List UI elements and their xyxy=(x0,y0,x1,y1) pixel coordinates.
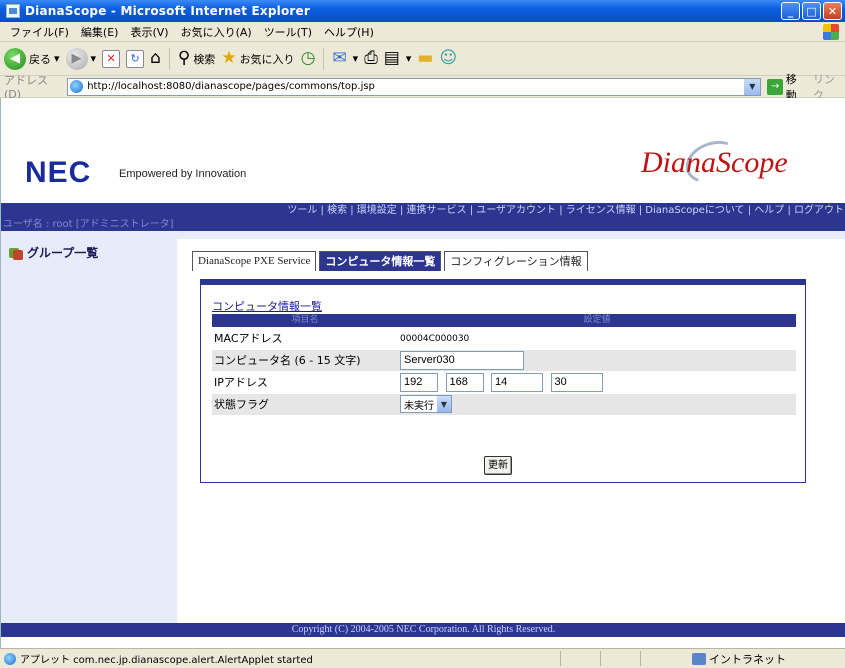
print-icon[interactable]: ⎙ xyxy=(364,50,378,67)
computer-info-table: 項目名 設定値 MACアドレス 00004C000030 コンピュータ名 (6 … xyxy=(212,314,796,416)
main-panel: DianaScope PXE Service コンピュータ情報一覧 コンフィグレ… xyxy=(177,239,845,623)
go-arrow-icon: → xyxy=(767,78,783,95)
page-header: NEC Empowered by Innovation DianaScope xyxy=(1,98,845,198)
menu-view[interactable]: 表示(V) xyxy=(124,24,174,40)
update-button[interactable]: 更新 xyxy=(484,456,512,475)
column-header-value: 設定値 xyxy=(398,314,796,327)
intranet-icon xyxy=(692,653,706,665)
tab-strip: DianaScope PXE Service コンピュータ情報一覧 コンフィグレ… xyxy=(192,251,588,271)
security-zone: イントラネット xyxy=(692,651,786,667)
address-dropdown-icon[interactable]: ▼ xyxy=(744,78,761,95)
computer-name-input[interactable] xyxy=(400,350,524,370)
status-bar: アプレット com.nec.jp.dianascope.alert.AlertA… xyxy=(0,648,845,668)
mail-icon[interactable]: ✉ xyxy=(332,50,346,67)
computer-name-label: コンピュータ名 (6 - 15 文字) xyxy=(212,349,398,372)
page-viewport: NEC Empowered by Innovation DianaScope ツ… xyxy=(0,98,845,648)
address-url: http://localhost:8080/dianascope/pages/c… xyxy=(87,81,375,92)
menu-file[interactable]: ファイル(F) xyxy=(4,24,75,40)
ip-label: IPアドレス xyxy=(212,371,398,394)
ip-octet-3-input[interactable] xyxy=(491,372,543,392)
toolbar-separator xyxy=(168,47,170,70)
edit-dropdown-icon[interactable]: ▾ xyxy=(406,52,412,65)
ip-octet-1-input[interactable] xyxy=(400,372,438,392)
zone-label: イントラネット xyxy=(709,653,786,666)
menu-help[interactable]: ヘルプ(H) xyxy=(318,24,380,40)
group-icon xyxy=(9,246,23,260)
maximize-button[interactable]: □ xyxy=(802,2,821,20)
status-flag-select[interactable]: 未実行 ▼ xyxy=(400,395,452,413)
page-icon xyxy=(70,80,84,93)
browser-toolbar: ◀ 戻る ▾ ▶ ▾ ✕ ↻ ⌂ ⚲ 検索 ★ お気に入り ◷ ✉ ▾ ⎙ ▤ … xyxy=(0,42,845,76)
search-icon: ⚲ xyxy=(177,48,191,68)
status-flag-value: 未実行 xyxy=(404,400,434,412)
table-row: コンピュータ名 (6 - 15 文字) xyxy=(212,349,796,372)
favorites-button[interactable]: ★ お気に入り xyxy=(221,50,294,67)
group-list-label: グループ一覧 xyxy=(27,246,99,260)
column-header-item: 項目名 xyxy=(212,314,398,327)
tagline: Empowered by Innovation xyxy=(119,168,247,180)
forward-dropdown-icon[interactable]: ▾ xyxy=(91,52,97,65)
ip-octet-4-input[interactable] xyxy=(550,372,603,392)
windows-logo-icon xyxy=(823,24,839,40)
global-nav[interactable]: ツール | 検索 | 環境設定 | 連携サービス | ユーザアカウント | ライ… xyxy=(1,203,845,218)
menu-bar: ファイル(F) 編集(E) 表示(V) お気に入り(A) ツール(T) ヘルプ(… xyxy=(0,22,845,42)
address-label: アドレス(D) xyxy=(4,74,48,101)
user-info: ユーザ名 : root [アドミニストレータ] xyxy=(1,218,845,231)
table-header-row: 項目名 設定値 xyxy=(212,314,796,327)
forward-button[interactable]: ▶ ▾ xyxy=(65,47,97,70)
window-controls: _ □ ✕ xyxy=(781,2,842,20)
dianascope-logo: DianaScope xyxy=(641,133,841,192)
folder-icon[interactable]: ▬ xyxy=(417,50,433,67)
chevron-down-icon: ▼ xyxy=(437,396,451,412)
address-input[interactable]: http://localhost:8080/dianascope/pages/c… xyxy=(67,77,762,96)
back-button[interactable]: ◀ 戻る ▾ xyxy=(4,47,60,70)
computer-info-form: コンピュータ情報一覧 項目名 設定値 MACアドレス 00004C000030 … xyxy=(200,279,806,483)
home-icon[interactable]: ⌂ xyxy=(150,50,161,67)
star-icon: ★ xyxy=(221,48,237,68)
mac-label: MACアドレス xyxy=(212,327,398,350)
tab-computer-info[interactable]: コンピュータ情報一覧 xyxy=(319,251,442,271)
tab-pxe-service[interactable]: DianaScope PXE Service xyxy=(192,251,317,271)
status-divider xyxy=(600,651,601,666)
close-button[interactable]: ✕ xyxy=(823,2,842,20)
address-bar: アドレス(D) http://localhost:8080/dianascope… xyxy=(0,73,845,102)
favorites-label: お気に入り xyxy=(239,52,295,66)
ie-window-icon xyxy=(6,4,20,18)
nec-logo: NEC xyxy=(25,156,92,189)
section-title-link[interactable]: コンピュータ情報一覧 xyxy=(212,298,322,314)
forward-arrow-icon: ▶ xyxy=(65,47,88,70)
status-divider xyxy=(560,651,561,666)
status-flag-label: 状態フラグ xyxy=(212,393,398,416)
ip-octet-2-input[interactable] xyxy=(445,372,484,392)
messenger-icon[interactable]: ☺ xyxy=(439,50,457,67)
back-label: 戻る xyxy=(29,52,51,66)
copyright-footer: Copyright (C) 2004-2005 NEC Corporation.… xyxy=(1,623,845,637)
back-dropdown-icon[interactable]: ▾ xyxy=(54,52,60,65)
table-row: MACアドレス 00004C000030 xyxy=(212,327,796,350)
table-row: IPアドレス xyxy=(212,371,796,394)
tab-configuration[interactable]: コンフィグレーション情報 xyxy=(444,251,588,271)
status-divider xyxy=(640,651,641,666)
minimize-button[interactable]: _ xyxy=(781,2,800,20)
applet-status-icon xyxy=(4,652,16,665)
menu-tools[interactable]: ツール(T) xyxy=(258,24,318,40)
toolbar-separator xyxy=(323,47,325,70)
mac-value: 00004C000030 xyxy=(400,334,470,345)
back-arrow-icon: ◀ xyxy=(4,47,26,70)
window-title: DianaScope - Microsoft Internet Explorer xyxy=(25,4,310,18)
status-text: アプレット com.nec.jp.dianascope.alert.AlertA… xyxy=(20,655,313,666)
mail-dropdown-icon[interactable]: ▾ xyxy=(353,52,359,65)
window-title-bar[interactable]: DianaScope - Microsoft Internet Explorer… xyxy=(0,0,845,22)
edit-icon[interactable]: ▤ xyxy=(384,50,400,67)
menu-favorites[interactable]: お気に入り(A) xyxy=(175,24,258,40)
dianascope-logo-text: DianaScope xyxy=(641,146,788,179)
search-button[interactable]: ⚲ 検索 xyxy=(178,50,215,67)
refresh-icon[interactable]: ↻ xyxy=(126,49,145,68)
menu-edit[interactable]: 編集(E) xyxy=(75,24,125,40)
stop-icon[interactable]: ✕ xyxy=(102,49,121,68)
search-label: 検索 xyxy=(193,52,216,66)
sidebar-group-list-link[interactable]: グループ一覧 xyxy=(9,244,98,261)
history-icon[interactable]: ◷ xyxy=(301,50,316,67)
table-row: 状態フラグ 未実行 ▼ xyxy=(212,393,796,416)
